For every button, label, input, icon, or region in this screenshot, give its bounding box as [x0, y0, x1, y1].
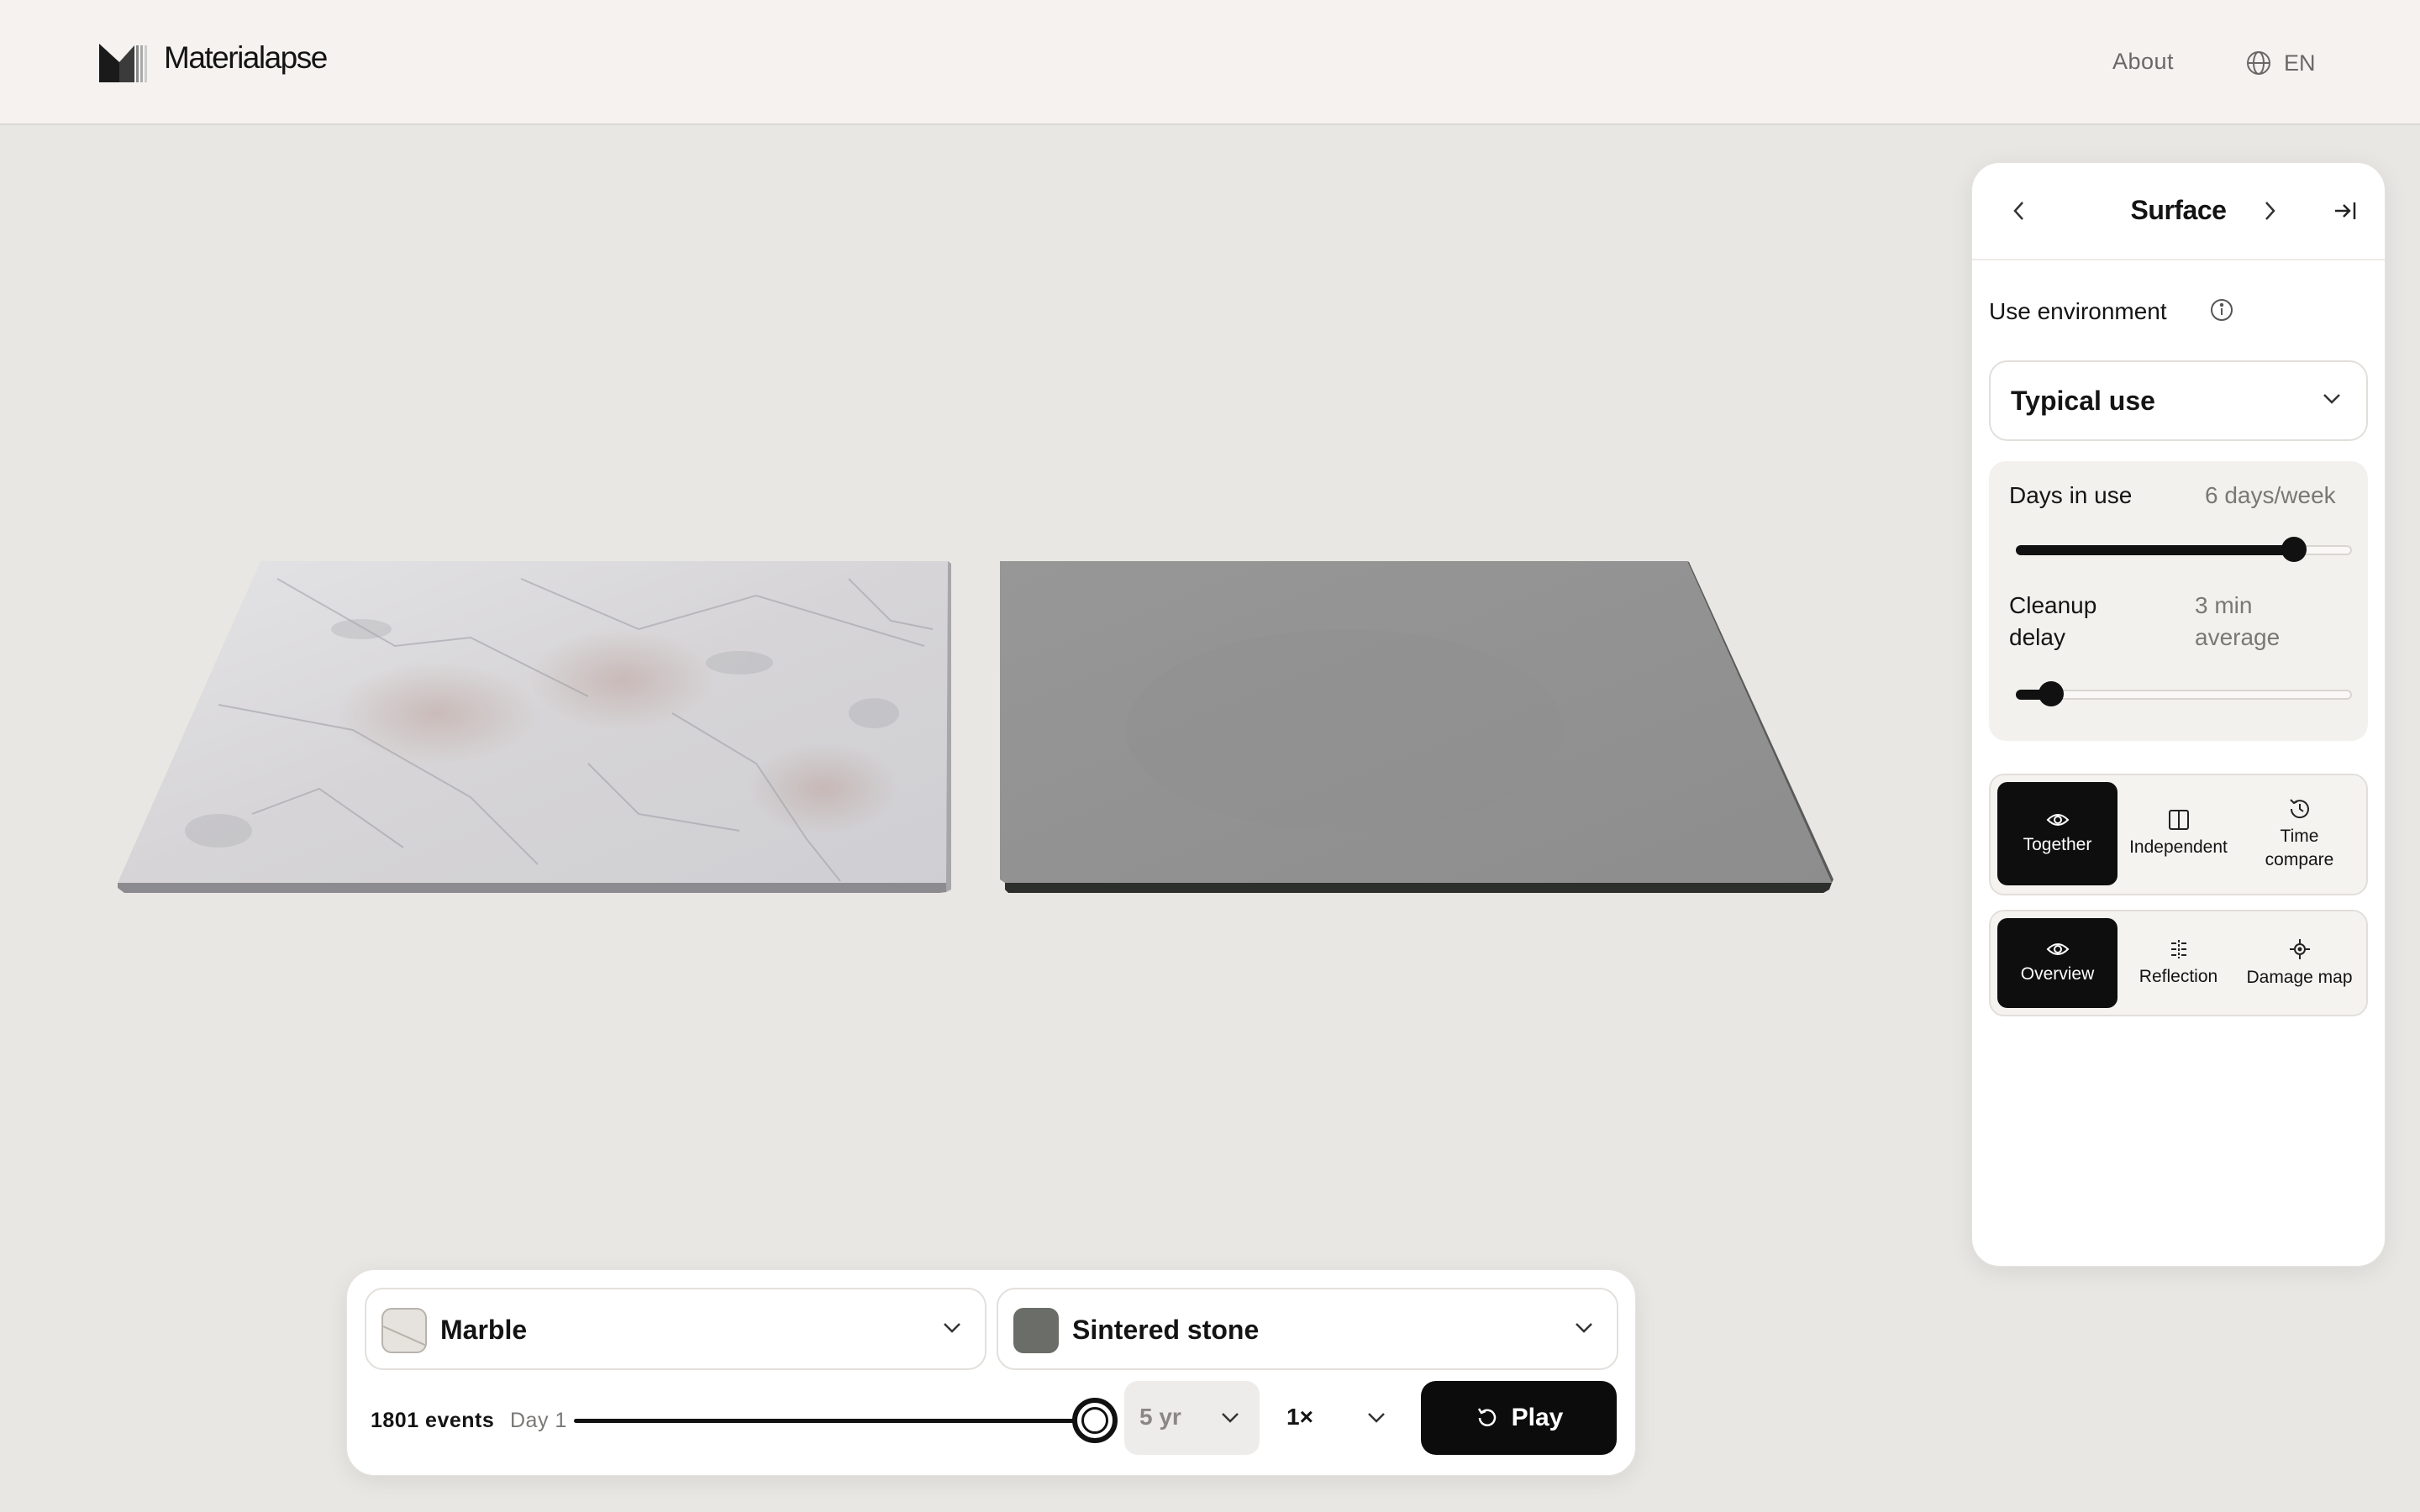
panel-header: Surface [1972, 163, 2385, 260]
chevron-down-icon [1576, 1323, 1592, 1333]
cleanup-delay-value-line2: average [2195, 624, 2281, 650]
view-mode-independent-label: Independent [2129, 837, 2228, 857]
render-mode-damage-map[interactable]: Damage map [2239, 918, 2360, 1008]
event-count: 1801 events [371, 1409, 495, 1432]
view-mode-time-compare[interactable]: Time compare [2239, 782, 2360, 885]
crosshair-icon [2289, 938, 2310, 959]
view-mode-together-label: Together [2023, 834, 2092, 854]
cleanup-delay-value: 3 min average [2195, 590, 2280, 654]
top-header: Materialapse About EN [0, 0, 2420, 125]
nav-about-link[interactable]: About [2112, 49, 2174, 75]
eye-icon [2046, 813, 2069, 826]
speed-select[interactable]: 1× [1273, 1381, 1399, 1455]
collapse-panel-button[interactable] [2327, 192, 2364, 229]
material-a-select[interactable]: Marble [365, 1288, 986, 1370]
chevron-right-icon [2265, 202, 2275, 220]
view-mode-time-compare-label-line2: compare [2265, 849, 2334, 869]
panel-title: Surface [2130, 195, 2227, 225]
days-in-use-slider-handle[interactable] [2281, 537, 2307, 562]
history-icon [2289, 798, 2309, 818]
marble-slab[interactable] [118, 561, 951, 893]
cleanup-delay-label-line1: Cleanup [2009, 592, 2097, 618]
chevron-down-icon [944, 1323, 960, 1333]
render-mode-damage-map-label: Damage map [2246, 967, 2353, 987]
playback-bar: Marble Sintered stone 1801 events Day 1 … [346, 1269, 1636, 1476]
play-button[interactable]: Play [1421, 1381, 1617, 1455]
play-button-label: Play [1511, 1404, 1564, 1431]
view-mode-independent[interactable]: Independent [2118, 782, 2238, 885]
next-button[interactable] [2251, 192, 2288, 229]
surface-panel: Surface Use environment Typical use Days… [1971, 162, 2386, 1267]
eye-icon [2046, 942, 2069, 955]
cleanup-delay-label-line2: delay [2009, 624, 2065, 650]
view-mode-segmented-control: Together Independent Time compare [1989, 774, 2368, 895]
render-mode-overview-label: Overview [2020, 963, 2095, 984]
current-day: Day 1 [510, 1409, 567, 1432]
days-in-use-slider[interactable] [2016, 537, 2352, 562]
view-mode-time-compare-label-line1: Time [2280, 826, 2319, 846]
cleanup-delay-slider-handle[interactable] [2038, 681, 2064, 706]
days-in-use-label: Days in use [2009, 482, 2133, 508]
days-in-use-slider-fill [2016, 545, 2292, 555]
use-environment-select[interactable]: Typical use [1989, 360, 2368, 441]
render-mode-reflection[interactable]: Reflection [2118, 918, 2238, 1008]
cleanup-delay-slider[interactable] [2016, 681, 2352, 706]
render-mode-overview[interactable]: Overview [1997, 918, 2118, 1008]
view-mode-together[interactable]: Together [1997, 782, 2118, 885]
chevron-down-icon [2323, 394, 2340, 404]
language-selector[interactable]: EN [2245, 46, 2316, 80]
timeline-track[interactable] [574, 1419, 1091, 1423]
language-label: EN [2284, 50, 2316, 76]
material-b-name: Sintered stone [1072, 1315, 1260, 1345]
view-mode-time-compare-label: Time compare [2265, 825, 2334, 872]
render-mode-segmented-control: Overview Reflection Damage map [1989, 910, 2368, 1016]
cleanup-delay-value-line1: 3 min [2195, 592, 2253, 618]
info-icon[interactable] [2209, 297, 2234, 323]
material-viewport[interactable] [0, 125, 1933, 965]
usage-sliders: Days in use 6 days/week Cleanup delay 3 … [1989, 461, 2368, 741]
cleanup-delay-label: Cleanup delay [2009, 590, 2096, 654]
replay-icon [1477, 1408, 1496, 1426]
material-a-name: Marble [440, 1315, 528, 1345]
split-columns-icon [2168, 809, 2189, 830]
chevron-down-icon [1222, 1413, 1239, 1423]
duration-value: 5 yr [1139, 1404, 1181, 1430]
chevron-down-icon [1368, 1413, 1385, 1423]
collapse-right-icon [2335, 202, 2356, 219]
globe-icon [2247, 51, 2270, 75]
marble-swatch [381, 1308, 427, 1353]
brand-name[interactable]: Materialapse [164, 40, 328, 76]
materialapse-logo-icon[interactable] [97, 42, 150, 84]
sintered-stone-swatch [1013, 1308, 1059, 1353]
speed-value: 1× [1286, 1404, 1313, 1430]
timeline-handle[interactable] [1072, 1398, 1118, 1443]
marble-swatch-pattern [383, 1326, 425, 1347]
render-mode-reflection-label: Reflection [2139, 966, 2218, 986]
reflection-icon [2170, 939, 2186, 958]
days-in-use-value: 6 days/week [2205, 482, 2336, 508]
material-b-select[interactable]: Sintered stone [997, 1288, 1618, 1370]
sintered-stone-slab[interactable] [1000, 561, 1833, 893]
use-environment-label: Use environment [1989, 298, 2167, 324]
duration-select[interactable]: 5 yr [1124, 1381, 1260, 1455]
use-environment-value: Typical use [2011, 386, 2155, 416]
